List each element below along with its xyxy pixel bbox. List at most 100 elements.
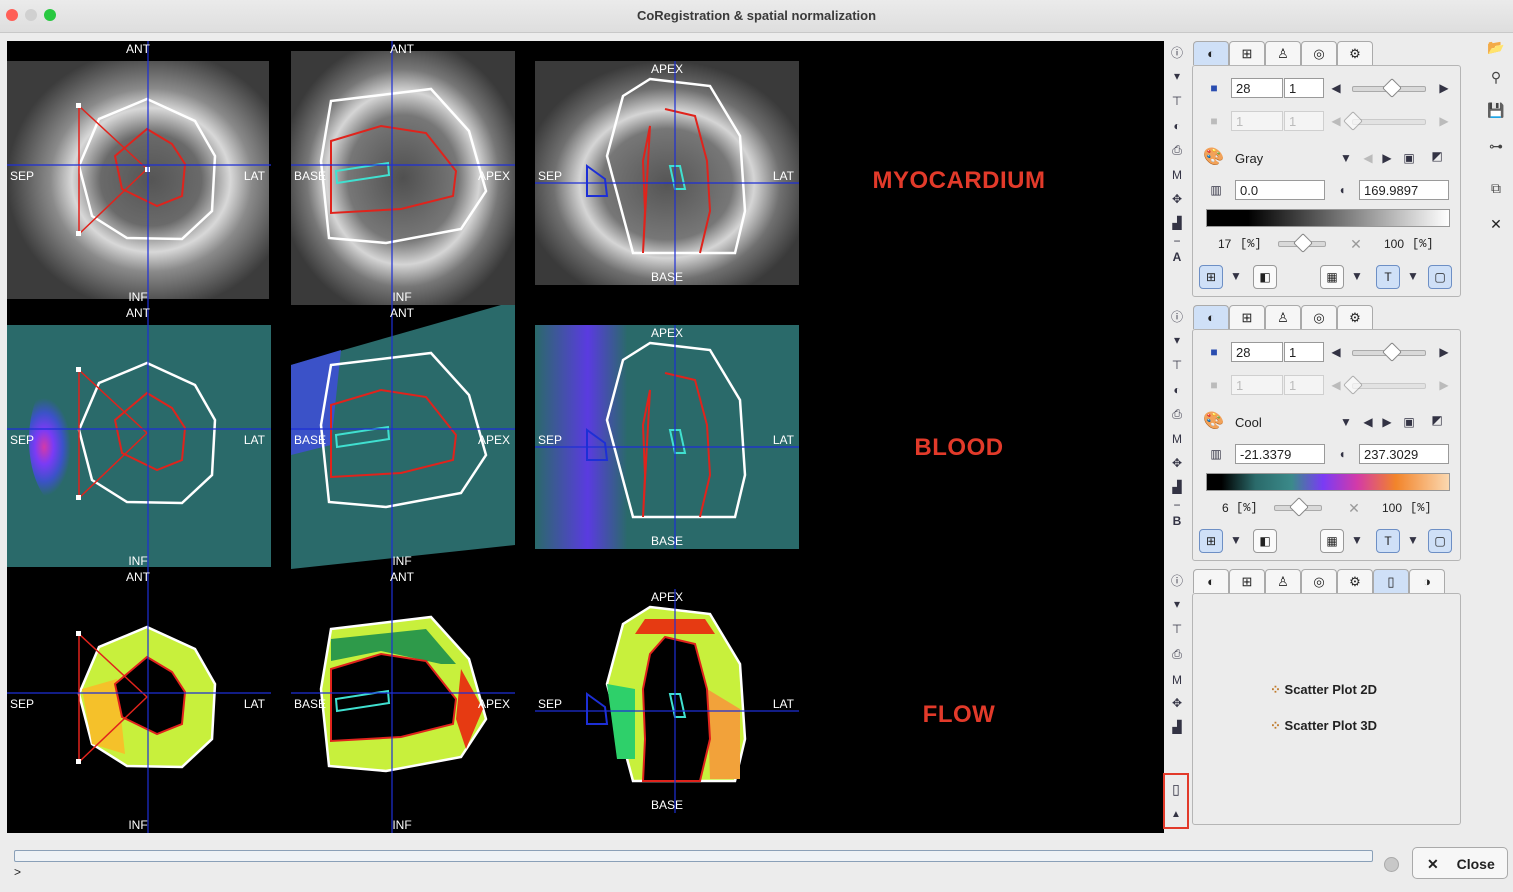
tab-signal[interactable]: ◎ bbox=[1301, 569, 1337, 593]
tab-layout[interactable]: ⊞ bbox=[1229, 569, 1265, 593]
dropdown-arrow-icon[interactable]: ▾ bbox=[1168, 595, 1186, 613]
measure-icon[interactable]: M bbox=[1168, 671, 1186, 689]
cool-colorbar[interactable] bbox=[1206, 473, 1450, 491]
prev-arrow-icon[interactable]: ◀ bbox=[1328, 377, 1344, 393]
contrast-icon[interactable]: ◐ bbox=[1168, 381, 1186, 399]
prev-arrow-icon[interactable]: ◀ bbox=[1328, 344, 1344, 360]
tab-moon[interactable]: ◑ bbox=[1409, 569, 1445, 593]
tab-settings[interactable]: ⚙ bbox=[1337, 41, 1373, 65]
chevron-down-icon[interactable]: ▼ bbox=[1405, 532, 1421, 548]
frame-button[interactable]: ▢ bbox=[1428, 529, 1452, 553]
move-icon[interactable]: ✥ bbox=[1168, 190, 1186, 208]
scatter-plot-3d-button[interactable]: ⁘ Scatter Plot 3D bbox=[1270, 718, 1377, 734]
print-icon[interactable]: ⎙ bbox=[1168, 141, 1186, 159]
dropdown-arrow-icon[interactable]: ▾ bbox=[1168, 331, 1186, 349]
myocardium-short-axis-view[interactable] bbox=[7, 41, 271, 305]
link-icon[interactable]: ⊶ bbox=[1486, 136, 1506, 156]
flow-short-axis-view[interactable] bbox=[7, 569, 271, 833]
next-arrow-icon[interactable]: ▶ bbox=[1436, 344, 1452, 360]
display-mode-button[interactable]: ⊞ bbox=[1199, 265, 1223, 289]
lut-select[interactable]: Gray bbox=[1235, 151, 1263, 166]
blood-short-axis-view[interactable] bbox=[7, 305, 271, 569]
hierarchy-icon[interactable]: ⊤ bbox=[1168, 356, 1186, 374]
next-arrow-icon[interactable]: ▶ bbox=[1436, 80, 1452, 96]
min-field[interactable]: 0.0 bbox=[1235, 180, 1325, 200]
info-icon[interactable]: ⓘ bbox=[1168, 308, 1186, 326]
battery-icon[interactable]: ▯ bbox=[1168, 781, 1184, 799]
frame-button[interactable]: ▢ bbox=[1428, 265, 1452, 289]
chevron-down-icon[interactable]: ▼ bbox=[1349, 532, 1365, 548]
scatter-plot-2d-button[interactable]: ⁘ Scatter Plot 2D bbox=[1270, 682, 1377, 698]
fusion-button[interactable]: ◧ bbox=[1253, 529, 1277, 553]
flow-vertical-long-axis-view[interactable] bbox=[535, 589, 799, 813]
step2-field[interactable]: 1 bbox=[1284, 375, 1324, 395]
lut-select[interactable]: Cool bbox=[1235, 415, 1262, 430]
slice2-field[interactable]: 1 bbox=[1231, 111, 1283, 131]
invert-lut-icon[interactable]: ▣ bbox=[1401, 414, 1417, 430]
lock-icon[interactable]: ◖ bbox=[1334, 446, 1350, 462]
hierarchy-icon[interactable]: ⊤ bbox=[1168, 620, 1186, 638]
tab-signal[interactable]: ◎ bbox=[1301, 41, 1337, 65]
next-lut-icon[interactable]: ▶ bbox=[1379, 414, 1395, 430]
slice2-slider[interactable] bbox=[1352, 119, 1426, 125]
tab-signal[interactable]: ◎ bbox=[1301, 305, 1337, 329]
open-folder-icon[interactable]: 📂 bbox=[1486, 37, 1506, 57]
tab-person[interactable]: ♙ bbox=[1265, 569, 1301, 593]
lut-options-icon[interactable]: ◩ bbox=[1429, 148, 1445, 164]
tab-person[interactable]: ♙ bbox=[1265, 305, 1301, 329]
chevron-down-icon[interactable]: ▼ bbox=[1338, 150, 1354, 166]
pin-icon[interactable]: ⚲ bbox=[1486, 67, 1506, 87]
gray-colorbar[interactable] bbox=[1206, 209, 1450, 227]
tab-settings[interactable]: ⚙ bbox=[1337, 569, 1373, 593]
histogram-icon[interactable]: ▟ bbox=[1168, 718, 1186, 736]
move-icon[interactable]: ✥ bbox=[1168, 694, 1186, 712]
next-arrow-icon[interactable]: ▶ bbox=[1436, 377, 1452, 393]
chevron-down-icon[interactable]: ▼ bbox=[1349, 268, 1365, 284]
slice-field[interactable]: 28 bbox=[1231, 342, 1283, 362]
prev-lut-icon[interactable]: ◀ bbox=[1360, 150, 1376, 166]
step2-field[interactable]: 1 bbox=[1284, 111, 1324, 131]
next-arrow-icon[interactable]: ▶ bbox=[1436, 113, 1452, 129]
tab-battery[interactable]: ▯ bbox=[1373, 569, 1409, 593]
save-icon[interactable]: 💾 bbox=[1486, 100, 1506, 120]
hierarchy-icon[interactable]: ⊤ bbox=[1168, 92, 1186, 110]
tab-contrast[interactable]: ◐ bbox=[1193, 569, 1229, 593]
prev-arrow-icon[interactable]: ◀ bbox=[1328, 113, 1344, 129]
info-icon[interactable]: ⓘ bbox=[1168, 572, 1186, 590]
image-viewer[interactable]: ANT INF SEP LAT ANT INF BASE APEX APEX B… bbox=[7, 41, 1164, 833]
display-mode-button[interactable]: ⊞ bbox=[1199, 529, 1223, 553]
close-dataset-icon[interactable]: ✕ bbox=[1486, 214, 1506, 234]
contrast-icon[interactable]: ◐ bbox=[1168, 117, 1186, 135]
lock-icon[interactable]: ◖ bbox=[1334, 182, 1350, 198]
fusion-button[interactable]: ◧ bbox=[1253, 265, 1277, 289]
prev-arrow-icon[interactable]: ◀ bbox=[1328, 80, 1344, 96]
invert-lut-icon[interactable]: ▣ bbox=[1401, 150, 1417, 166]
blood-vertical-long-axis-view[interactable] bbox=[535, 325, 799, 549]
text-overlay-button[interactable]: T bbox=[1376, 265, 1400, 289]
unlink-icon[interactable]: ✕ bbox=[1346, 500, 1362, 516]
measure-icon[interactable]: M bbox=[1168, 430, 1186, 448]
palette-icon[interactable]: 🎨 bbox=[1203, 148, 1225, 165]
tab-contrast[interactable]: ◐ bbox=[1193, 305, 1229, 329]
slice2-slider[interactable] bbox=[1352, 383, 1426, 389]
measure-icon[interactable]: M bbox=[1168, 166, 1186, 184]
histogram-icon[interactable]: ▟ bbox=[1168, 214, 1186, 232]
text-overlay-button[interactable]: T bbox=[1376, 529, 1400, 553]
tab-person[interactable]: ♙ bbox=[1265, 41, 1301, 65]
command-prompt[interactable]: > bbox=[14, 865, 21, 879]
dropdown-arrow-icon[interactable]: ▾ bbox=[1168, 67, 1186, 85]
grid-button[interactable]: ▦ bbox=[1320, 529, 1344, 553]
lut-options-icon[interactable]: ◩ bbox=[1429, 412, 1445, 428]
chevron-down-icon[interactable]: ▼ bbox=[1228, 532, 1244, 548]
palette-icon[interactable]: 🎨 bbox=[1203, 412, 1225, 429]
unlink-icon[interactable]: ✕ bbox=[1348, 236, 1364, 252]
chevron-down-icon[interactable]: ▼ bbox=[1338, 414, 1354, 430]
histogram-icon[interactable]: ▟ bbox=[1168, 478, 1186, 496]
tab-contrast[interactable]: ◐ bbox=[1193, 41, 1229, 65]
move-icon[interactable]: ✥ bbox=[1168, 454, 1186, 472]
print-icon[interactable]: ⎙ bbox=[1168, 405, 1186, 423]
prev-lut-icon[interactable]: ◀ bbox=[1360, 414, 1376, 430]
info-icon[interactable]: ⓘ bbox=[1168, 44, 1186, 62]
close-button[interactable]: ✕ Close bbox=[1412, 847, 1508, 879]
min-field[interactable]: -21.3379 bbox=[1235, 444, 1325, 464]
